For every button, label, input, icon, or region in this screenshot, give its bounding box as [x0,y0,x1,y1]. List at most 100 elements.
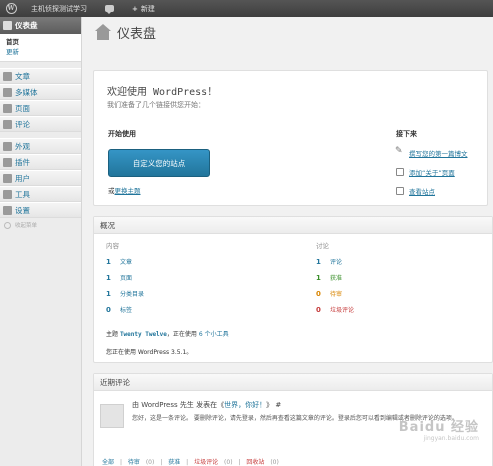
page-icon [3,103,12,113]
menu-tools[interactable]: 工具 [0,186,81,202]
tags-count[interactable]: 0 [106,306,120,314]
change-theme-link[interactable]: 更换主题 [115,187,141,195]
discussion-row-comments[interactable]: 1 评论 [316,257,342,267]
right-now-title[interactable]: 概况 [94,217,492,234]
add-about-page-link[interactable]: 添加“关于”页面 [409,167,455,177]
menu-pages-label: 页面 [15,103,30,113]
posts-label[interactable]: 文章 [120,257,132,266]
write-post-link[interactable]: 撰写您的第一篇博文 [409,148,468,158]
submenu-home[interactable]: 首页 [6,37,81,47]
media-icon [3,87,12,97]
divider: | [238,459,241,466]
brush-icon [3,141,12,151]
menu-media-label: 多媒体 [15,87,38,97]
theme-name-link[interactable]: Twenty Twelve [120,331,167,338]
filter-pending-link[interactable]: 待审 [128,459,140,466]
next-steps-heading: 接下来 [396,130,417,138]
menu-users-label: 用户 [15,173,30,183]
comments-label[interactable]: 评论 [330,257,342,266]
spam-count[interactable]: 0 [316,306,330,314]
pages-count[interactable]: 1 [106,274,120,282]
menu-comments-label: 评论 [15,119,30,129]
discussion-row-pending[interactable]: 0 待审 [316,289,342,299]
version-info: 您正在使用 WordPress 3.5.1。 [106,349,193,356]
wrench-icon [3,189,12,199]
menu-appearance[interactable]: 外观 [0,138,81,154]
theme-info: 主题 Twenty Twelve，正在使用 6 个小工具 [106,329,229,338]
tags-label[interactable]: 标签 [120,305,132,314]
trash-filter-count: (0) [270,459,279,466]
view-site-icon [396,187,404,195]
menu-plugins[interactable]: 插件 [0,154,81,170]
pin-icon [3,71,12,81]
wordpress-logo-icon[interactable]: W [0,0,22,17]
spam-label[interactable]: 垃圾评论 [330,305,354,314]
menu-settings[interactable]: 设置 [0,202,81,218]
menu-media[interactable]: 多媒体 [0,84,81,100]
menu-dashboard-label: 仪表盘 [15,21,38,30]
next-step-view-site[interactable]: 查看站点 [396,186,435,196]
avatar [100,404,124,428]
change-theme-line: 或更换主题 [108,185,141,195]
admin-bar: W 主机侦探测试学习 + 新建 [0,0,493,17]
pending-count[interactable]: 0 [316,290,330,298]
content-subheading: 内容 [106,242,119,250]
view-site-link[interactable]: 查看站点 [409,186,435,196]
next-step-add-about[interactable]: 添加“关于”页面 [396,167,455,177]
watermark-sub: jingyan.baidu.com [423,435,479,442]
plug-icon [3,157,12,167]
menu-posts[interactable]: 文章 [0,68,81,84]
pending-label[interactable]: 待审 [330,289,342,298]
main-content: 仪表盘 欢迎使用 WordPress！ 我们准备了几个链接供您开始： 开始使用 … [83,17,493,466]
get-started-heading: 开始使用 [108,130,136,138]
posts-count[interactable]: 1 [106,258,120,266]
categories-count[interactable]: 1 [106,290,120,298]
collapse-menu-button[interactable]: 收起菜单 [0,218,81,232]
menu-users[interactable]: 用户 [0,170,81,186]
comment-author-suffix: 》 # [266,401,282,409]
menu-dashboard[interactable]: 仪表盘 [0,17,81,34]
page-header: 仪表盘 [93,23,156,42]
collapse-arrow-icon [4,221,11,229]
approved-count[interactable]: 1 [316,274,330,282]
filter-spam-link[interactable]: 垃圾评论 [194,459,218,466]
filter-all-link[interactable]: 全部 [102,459,114,466]
comment-post-link[interactable]: 世界，你好！ [224,401,266,409]
menu-comments[interactable]: 评论 [0,116,81,132]
discussion-row-spam[interactable]: 0 垃圾评论 [316,305,354,315]
menu-settings-label: 设置 [15,205,30,215]
widgets-link[interactable]: 6 个小工具 [199,331,229,338]
theme-prefix: 主题 [106,331,119,338]
menu-plugins-label: 插件 [15,157,30,167]
welcome-about: 我们准备了几个链接供您开始： [107,101,205,109]
pages-label[interactable]: 页面 [120,273,132,282]
comments-link[interactable] [96,0,123,17]
approved-label[interactable]: 获准 [330,273,342,282]
content-row-pages[interactable]: 1 页面 [106,273,132,283]
next-step-write-post[interactable]: 撰写您的第一篇博文 [395,146,468,158]
comments-count[interactable]: 1 [316,258,330,266]
divider: | [186,459,189,466]
comment-author-line: 由 WordPress 先生 发表在《世界，你好！》 # [132,400,281,410]
user-icon [3,173,12,183]
spam-filter-count: (0) [224,459,233,466]
menu-pages[interactable]: 页面 [0,100,81,116]
filter-trash-link[interactable]: 回收站 [246,459,264,466]
comment-bubble-icon [105,5,114,14]
welcome-panel: 欢迎使用 WordPress！ 我们准备了几个链接供您开始： 开始使用 自定义您… [93,70,488,206]
recent-comments-title[interactable]: 近期评论 [94,374,492,391]
site-name-link[interactable]: 主机侦探测试学习 [22,0,96,17]
comment-author-prefix: 由 WordPress 先生 发表在《 [132,401,225,409]
content-row-posts[interactable]: 1 文章 [106,257,132,267]
discussion-row-approved[interactable]: 1 获准 [316,273,342,283]
content-row-tags[interactable]: 0 标签 [106,305,132,315]
submenu-updates[interactable]: 更新 [6,47,81,57]
menu-tools-label: 工具 [15,189,30,199]
content-row-categories[interactable]: 1 分类目录 [106,289,144,299]
settings-icon [3,205,12,215]
new-content-menu[interactable]: + 新建 [123,0,164,17]
page-title: 仪表盘 [117,27,157,42]
customize-site-button[interactable]: 自定义您的站点 [108,149,210,177]
categories-label[interactable]: 分类目录 [120,289,144,298]
filter-approved-link[interactable]: 获准 [168,459,180,466]
